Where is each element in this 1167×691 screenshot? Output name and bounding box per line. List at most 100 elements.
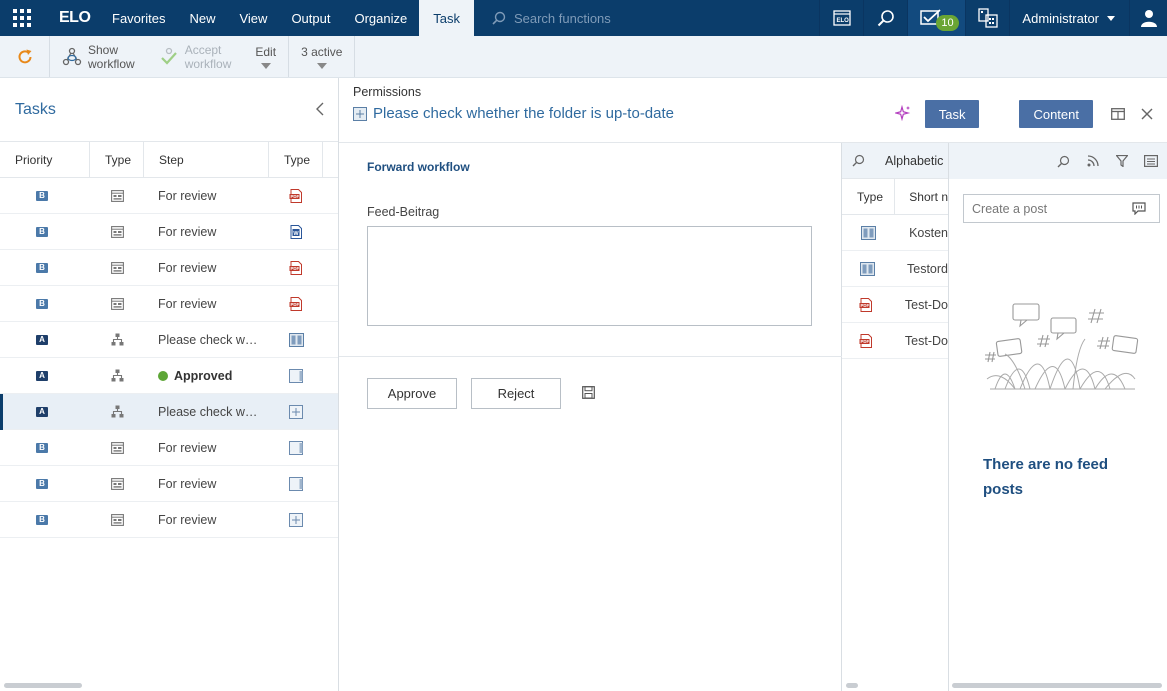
form-icon xyxy=(90,261,144,274)
user-name: Administrator xyxy=(1022,10,1099,26)
menu-task[interactable]: Task xyxy=(419,0,474,36)
feed-menu-icon[interactable] xyxy=(1136,155,1165,167)
collapse-panel-icon[interactable] xyxy=(316,102,324,119)
show-workflow-button[interactable]: Show workflow xyxy=(50,36,147,77)
accept-workflow-button[interactable]: Accept workflow xyxy=(147,36,244,77)
approve-button[interactable]: Approve xyxy=(367,378,457,409)
feed-entry-textarea[interactable] xyxy=(367,226,812,326)
short-name: Test-Do xyxy=(904,297,948,312)
register-icon xyxy=(353,106,367,121)
elo-logo: ELO xyxy=(59,9,91,26)
list-item[interactable]: Kosten xyxy=(842,215,948,251)
horizontal-scrollbar[interactable] xyxy=(4,683,82,688)
app-grid-icon[interactable] xyxy=(0,0,44,36)
elo-start-icon[interactable]: ELO xyxy=(819,0,864,36)
priority-badge: A xyxy=(36,370,48,381)
column-doc-type[interactable]: Type xyxy=(269,141,323,178)
maximize-icon[interactable] xyxy=(1111,108,1125,120)
pdf-icon: PDF xyxy=(842,333,891,348)
list-item[interactable]: PDF Test-Do xyxy=(842,287,948,323)
workflow-form: Forward workflow Feed-Beitrag Approve Re… xyxy=(339,143,842,691)
task-count-badge: 10 xyxy=(936,15,959,31)
menu-new[interactable]: New xyxy=(177,0,227,36)
user-menu[interactable]: Administrator xyxy=(1009,0,1129,36)
svg-text:W: W xyxy=(293,230,299,236)
priority-badge: A xyxy=(36,334,48,345)
menu-view[interactable]: View xyxy=(227,0,279,36)
register-icon xyxy=(269,404,323,419)
function-search xyxy=(492,0,792,36)
user-avatar-icon[interactable] xyxy=(1129,0,1167,36)
filter-icon[interactable] xyxy=(1107,155,1136,167)
menu-organize[interactable]: Organize xyxy=(342,0,419,36)
table-row[interactable]: A Approved xyxy=(0,358,338,394)
workflow-icon xyxy=(90,369,144,382)
tasks-panel: Tasks Priority Type Step Type B For revie… xyxy=(0,78,339,691)
refresh-button[interactable] xyxy=(0,36,50,77)
chevron-down-icon xyxy=(1107,15,1115,21)
column-short-name[interactable]: Short n xyxy=(895,190,948,204)
save-icon[interactable] xyxy=(582,386,595,402)
step-label: For review xyxy=(158,296,217,311)
function-search-input[interactable] xyxy=(513,10,774,26)
ai-sparkle-icon[interactable] xyxy=(893,104,911,124)
table-row[interactable]: B For review PDF xyxy=(0,250,338,286)
svg-text:PDF: PDF xyxy=(861,303,870,308)
reject-button[interactable]: Reject xyxy=(471,378,561,409)
svg-text:PDF: PDF xyxy=(291,266,300,271)
my-tasks-inbox[interactable]: 10 xyxy=(907,0,966,36)
active-count-label: 3 active xyxy=(301,44,343,59)
svg-text:PDF: PDF xyxy=(291,302,300,307)
step-label: For review xyxy=(158,476,217,491)
step-label: Approved xyxy=(174,368,233,383)
step-label: Please check w… xyxy=(158,332,258,347)
tasks-title: Tasks xyxy=(15,100,56,118)
column-priority[interactable]: Priority xyxy=(0,141,90,178)
header-actions: Task Content xyxy=(893,100,1153,128)
rss-icon[interactable] xyxy=(1078,155,1107,167)
horizontal-scrollbar[interactable] xyxy=(952,683,1162,688)
table-row[interactable]: B For review W xyxy=(0,214,338,250)
svg-text:PDF: PDF xyxy=(291,194,300,199)
search-icon[interactable] xyxy=(863,0,908,36)
create-post-input[interactable] xyxy=(964,201,1132,216)
tasks-table-body: B For review PDF B For review W B For review PDF… xyxy=(0,178,338,538)
task-button[interactable]: Task xyxy=(924,100,980,128)
tasks-header: Tasks xyxy=(0,78,338,142)
comment-icon[interactable] xyxy=(1132,202,1146,215)
active-filter-dropdown[interactable]: 3 active xyxy=(289,36,354,77)
table-row[interactable]: A Please check w… xyxy=(0,394,338,430)
step-label: For review xyxy=(158,512,217,527)
list-search-bar[interactable]: Alphabetic xyxy=(842,143,948,179)
priority-badge: B xyxy=(36,298,48,309)
priority-badge: B xyxy=(36,514,48,525)
table-row[interactable]: B For review xyxy=(0,466,338,502)
edit-dropdown[interactable]: Edit xyxy=(243,36,288,77)
form-icon xyxy=(90,477,144,490)
list-item[interactable]: Testord xyxy=(842,251,948,287)
content-button[interactable]: Content xyxy=(1019,100,1093,128)
priority-badge: B xyxy=(36,226,48,237)
column-step[interactable]: Step xyxy=(144,141,269,178)
empty-feed-illustration xyxy=(985,303,1139,390)
folder-icon xyxy=(269,476,323,491)
pdf-icon: PDF xyxy=(269,296,323,311)
org-chart-icon[interactable] xyxy=(965,0,1010,36)
breadcrumb[interactable]: Permissions xyxy=(353,85,421,99)
column-type[interactable]: Type xyxy=(90,141,144,178)
table-row[interactable]: B For review xyxy=(0,430,338,466)
list-item[interactable]: PDF Test-Do xyxy=(842,323,948,359)
menu-output[interactable]: Output xyxy=(279,0,342,36)
close-icon[interactable] xyxy=(1141,108,1153,120)
menu-favorites[interactable]: Favorites xyxy=(100,0,177,36)
table-row[interactable]: B For review PDF xyxy=(0,178,338,214)
feed-toolbar xyxy=(949,143,1167,179)
toolbar-separator xyxy=(354,36,356,77)
table-row[interactable]: B For review xyxy=(0,502,338,538)
search-icon[interactable] xyxy=(1049,155,1078,168)
table-row[interactable]: A Please check w… xyxy=(0,322,338,358)
table-row[interactable]: B For review PDF xyxy=(0,286,338,322)
workflow-icon xyxy=(90,405,144,418)
horizontal-scrollbar[interactable] xyxy=(846,683,858,688)
column-type[interactable]: Type xyxy=(842,178,896,215)
